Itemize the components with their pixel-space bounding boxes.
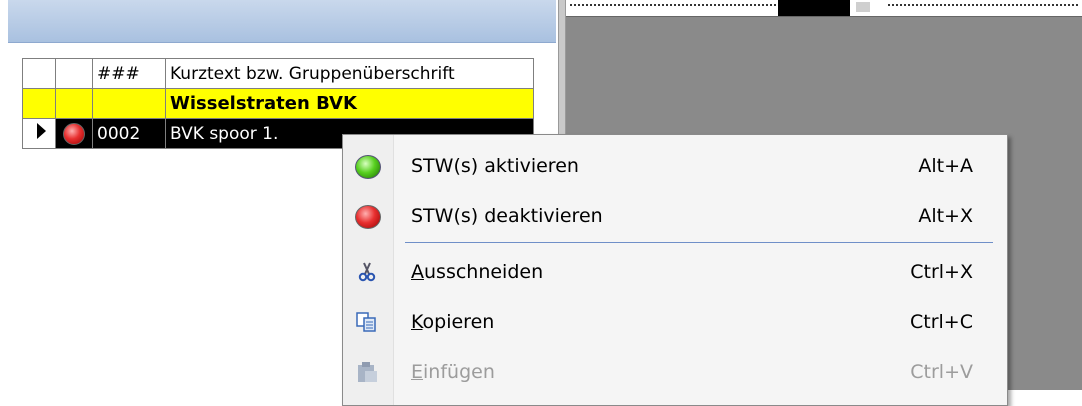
menu-item-label-rest: usschneiden xyxy=(424,261,544,283)
menu-item-mnemonic: K xyxy=(411,311,423,333)
menu-item-shortcut: Alt+X xyxy=(918,205,973,227)
row-marker-cell[interactable] xyxy=(22,118,56,149)
menu-item-label: Ausschneiden xyxy=(411,261,543,283)
menu-item-cut[interactable]: Ausschneiden Ctrl+X xyxy=(343,251,1005,293)
menu-item-shortcut: Ctrl+X xyxy=(910,261,973,283)
header-number-column[interactable]: ### xyxy=(92,58,166,89)
menu-item-label: STW(s) aktivieren xyxy=(411,155,579,177)
row-status-cell[interactable] xyxy=(55,88,93,119)
menu-item-label: STW(s) deaktivieren xyxy=(411,205,603,227)
row-status-cell[interactable] xyxy=(55,118,93,149)
red-status-icon xyxy=(355,205,381,229)
header-marker-cell[interactable] xyxy=(22,58,56,89)
menu-item-deactivate[interactable]: STW(s) deaktivieren Alt+X xyxy=(343,195,1005,237)
row-number-cell[interactable] xyxy=(92,88,166,119)
table-row-group[interactable]: Wisselstraten BVK xyxy=(22,88,534,119)
ruler-tab-handle[interactable] xyxy=(856,2,870,12)
menu-item-paste[interactable]: Einfügen Ctrl+V xyxy=(343,351,1005,393)
menu-item-label: Einfügen xyxy=(411,361,495,383)
ruler-ticks xyxy=(888,4,1078,6)
ruler-ticks xyxy=(570,4,776,6)
menu-item-mnemonic: E xyxy=(411,361,424,383)
header-text-column[interactable]: Kurztext bzw. Gruppenüberschrift xyxy=(165,58,534,89)
paste-icon xyxy=(358,362,377,382)
row-text-cell[interactable]: Wisselstraten BVK xyxy=(165,88,534,119)
panel-header-bar xyxy=(8,0,556,43)
menu-item-shortcut: Ctrl+C xyxy=(910,311,973,333)
scissors-icon xyxy=(358,262,376,282)
green-status-icon xyxy=(355,155,381,179)
menu-item-label-rest: opieren xyxy=(422,311,495,333)
row-marker-cell[interactable] xyxy=(22,88,56,119)
ruler xyxy=(566,0,1082,17)
menu-item-copy[interactable]: Kopieren Ctrl+C xyxy=(343,301,1005,343)
current-row-arrow-icon xyxy=(37,123,46,139)
header-status-cell[interactable] xyxy=(55,58,93,89)
menu-item-mnemonic: A xyxy=(411,261,424,283)
menu-separator xyxy=(405,242,993,243)
grid-header-row: ### Kurztext bzw. Gruppenüberschrift xyxy=(22,58,534,89)
row-number-cell[interactable]: 0002 xyxy=(92,118,166,149)
ruler-block xyxy=(778,0,850,16)
copy-icon xyxy=(356,312,376,332)
menu-item-shortcut: Alt+A xyxy=(918,155,973,177)
context-menu: STW(s) aktivieren Alt+A STW(s) deaktivie… xyxy=(342,134,1008,406)
menu-item-label-rest: infügen xyxy=(423,361,495,383)
menu-item-label: Kopieren xyxy=(411,311,494,333)
menu-item-shortcut: Ctrl+V xyxy=(910,361,973,383)
red-status-icon xyxy=(63,122,85,145)
menu-item-activate[interactable]: STW(s) aktivieren Alt+A xyxy=(343,145,1005,187)
